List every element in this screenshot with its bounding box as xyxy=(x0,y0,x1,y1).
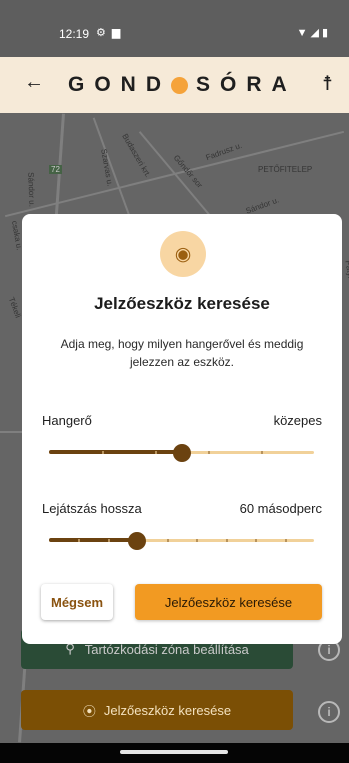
duration-slider[interactable] xyxy=(49,530,314,552)
slider-tick xyxy=(208,451,210,454)
signal-icon: ◢ xyxy=(310,27,322,39)
dialog-description: Adja meg, hogy milyen hangerővel és medd… xyxy=(60,337,304,369)
find-device-confirm-button[interactable]: Jelzőeszköz keresése xyxy=(135,584,322,620)
slider-tick xyxy=(261,451,263,454)
logo-dot-icon xyxy=(171,76,188,94)
status-bar: 12:19 ⚙▆ ▼◢▮ xyxy=(0,0,349,57)
slider-tick xyxy=(166,539,169,542)
signal-wave-icon: ⦿ xyxy=(82,703,96,719)
slider-tick xyxy=(107,539,110,542)
battery-icon: ▮ xyxy=(321,27,331,39)
volume-slider-thumb[interactable] xyxy=(172,444,191,462)
signal-wave-icon: ◉ xyxy=(160,231,206,277)
duration-slider-thumb[interactable] xyxy=(128,532,147,550)
find-info-icon[interactable]: i xyxy=(318,701,340,723)
slider-tick xyxy=(102,451,104,454)
find-device-dialog: ◉ Jelzőeszköz keresése Adja meg, hogy mi… xyxy=(22,214,342,644)
slider-tick xyxy=(78,539,81,542)
duration-slider-fill xyxy=(49,538,138,542)
logo-text-left: GOND xyxy=(68,73,171,96)
home-gesture-handle[interactable] xyxy=(120,750,228,754)
duration-value: 60 másodperc xyxy=(239,501,322,516)
slider-tick xyxy=(225,539,228,542)
clipboard-icon: ▆ xyxy=(111,27,127,39)
accessibility-icon[interactable]: ☨ xyxy=(322,71,333,96)
duration-label: Lejátszás hossza xyxy=(42,501,142,516)
status-time: 12:19 xyxy=(59,27,90,41)
volume-value: közepes xyxy=(273,413,322,428)
dialog-title: Jelzőeszköz keresése xyxy=(94,294,270,313)
volume-slider-fill xyxy=(49,450,182,454)
logo-text-right: SÓRA xyxy=(196,73,297,96)
settings-icon: ⚙ xyxy=(96,27,112,39)
slider-tick xyxy=(196,539,199,542)
find-device-label: Jelzőeszköz keresése xyxy=(103,702,232,718)
volume-label: Hangerő xyxy=(42,413,92,428)
cancel-button[interactable]: Mégsem xyxy=(41,584,113,620)
wifi-icon: ▼ xyxy=(296,27,311,39)
navigation-bar xyxy=(0,743,349,763)
volume-slider[interactable] xyxy=(49,442,314,464)
back-arrow-icon[interactable]: ← xyxy=(24,71,44,94)
app-bar: ← GOND SÓRA ☨ xyxy=(0,57,349,113)
app-logo: GOND SÓRA xyxy=(68,73,297,97)
slider-tick xyxy=(255,539,258,542)
slider-tick xyxy=(284,539,287,542)
find-device-button[interactable]: ⦿ Jelzőeszköz keresése xyxy=(21,690,293,730)
slider-tick xyxy=(155,451,157,454)
